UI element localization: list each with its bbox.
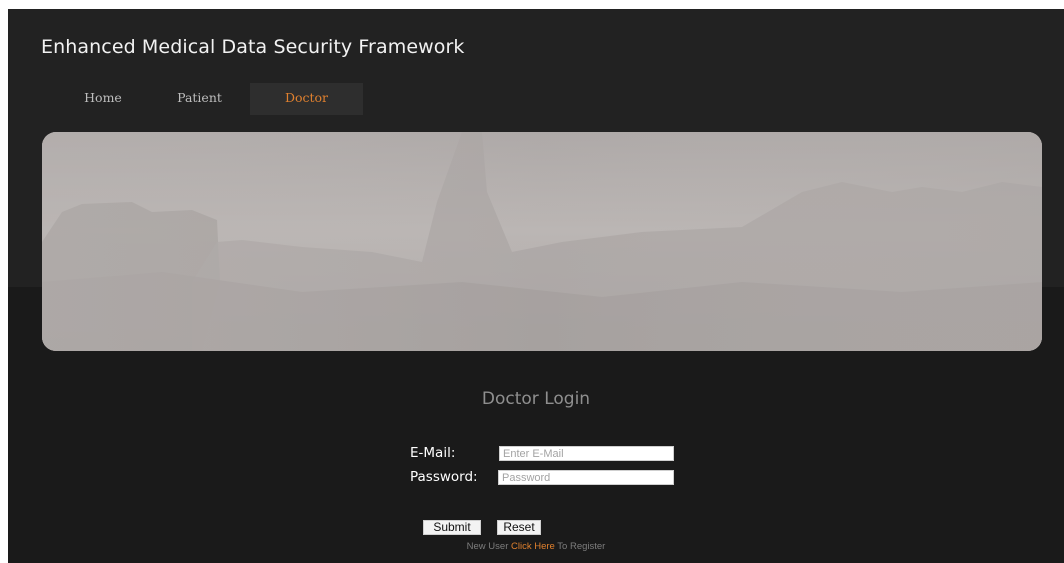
email-field[interactable]	[499, 446, 674, 461]
nav-item-patient[interactable]: Patient	[149, 83, 250, 115]
register-prefix: New User	[466, 541, 509, 552]
register-suffix: To Register	[557, 541, 606, 552]
password-field[interactable]	[498, 470, 674, 485]
nav-item-home[interactable]: Home	[63, 83, 143, 115]
nav-item-doctor[interactable]: Doctor	[250, 83, 363, 115]
reset-button[interactable]: Reset	[497, 520, 541, 535]
login-title: Doctor Login	[481, 389, 591, 409]
haze-overlay	[42, 132, 1042, 351]
register-line: New User Click Here To Register	[8, 541, 1064, 552]
password-label: Password:	[410, 469, 478, 485]
site-title: Enhanced Medical Data Security Framework	[41, 36, 465, 58]
register-link[interactable]: Click Here	[511, 541, 555, 552]
email-label: E-Mail:	[410, 445, 456, 461]
banner-photo	[42, 132, 1042, 351]
main-nav: Home Patient Doctor	[63, 83, 363, 115]
page-frame: Enhanced Medical Data Security Framework…	[8, 9, 1064, 563]
banner-image	[42, 132, 1042, 351]
submit-button[interactable]: Submit	[423, 520, 481, 535]
